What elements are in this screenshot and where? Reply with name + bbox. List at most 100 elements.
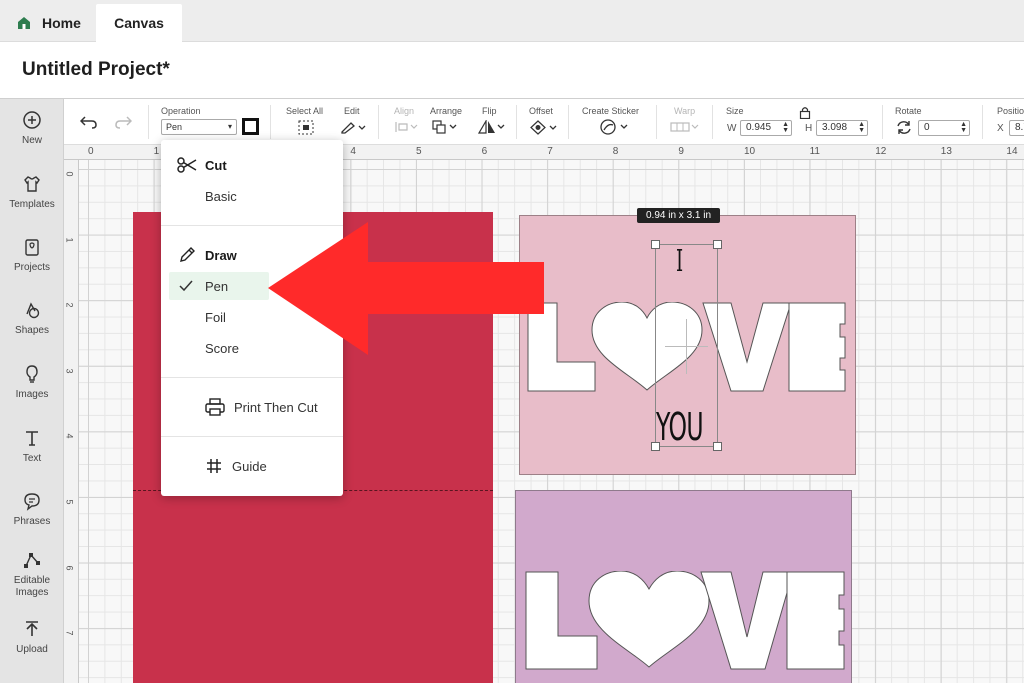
sidebar-item-new[interactable]: New: [0, 109, 64, 147]
undo-icon[interactable]: [80, 115, 98, 129]
sticker-icon[interactable]: [600, 119, 630, 135]
ruler-tick-label: 1: [64, 237, 75, 243]
pen-color-swatch[interactable]: [242, 118, 259, 135]
stepper-arrows-icon[interactable]: ▲ ▼: [858, 121, 865, 134]
menu-item-pen[interactable]: Pen: [169, 272, 269, 300]
toolbar-divider: [516, 105, 517, 139]
sidebar-item-editable-images[interactable]: Editable Images: [0, 549, 64, 599]
tshirt-icon: [24, 176, 40, 192]
flip-icon[interactable]: [478, 120, 506, 134]
chevron-down-icon: ▾: [227, 122, 232, 131]
tab-canvas[interactable]: Canvas: [96, 4, 182, 42]
sidebar-item-text[interactable]: Text: [0, 427, 64, 465]
rotate-label: Rotate: [895, 106, 922, 116]
toolbar-divider: [378, 105, 379, 139]
operation-select[interactable]: Pen ▾: [161, 119, 237, 135]
tab-home[interactable]: Home: [0, 4, 94, 42]
project-title[interactable]: Untitled Project*: [22, 59, 170, 81]
sidebar-item-label: Templates: [9, 199, 55, 210]
menu-item-print-then-cut-label: Print Then Cut: [234, 399, 318, 415]
menu-divider: [161, 377, 343, 378]
scissors-icon: [177, 157, 197, 173]
redo-icon[interactable]: [114, 115, 132, 129]
x-input[interactable]: 8.7: [1009, 120, 1024, 136]
arrange-icon[interactable]: [432, 120, 458, 134]
ruler-tick-label: 5: [416, 146, 422, 157]
editable-images-icon: [24, 553, 40, 568]
sidebar-item-label: Shapes: [15, 325, 49, 336]
toolbar-divider: [568, 105, 569, 139]
ruler-tick-label: 3: [64, 368, 75, 374]
pen-icon: [180, 247, 195, 262]
toolbar-divider: [148, 105, 149, 139]
menu-item-score-label: Score: [205, 340, 239, 356]
speech-bubble-icon: [24, 493, 40, 511]
ruler-tick-label: 0: [64, 171, 75, 177]
ruler-tick-label: 1: [153, 146, 160, 157]
height-input[interactable]: 3.098 ▲ ▼: [816, 120, 868, 136]
ruler-tick-label: 6: [481, 146, 488, 157]
ruler-tick-label: 5: [64, 499, 75, 505]
pencil-icon[interactable]: [340, 120, 366, 134]
height-label: H: [805, 123, 813, 134]
menu-item-guide[interactable]: Guide: [161, 452, 343, 480]
sidebar-item-label: New: [21, 135, 42, 146]
text-layer-you[interactable]: YOU: [656, 408, 704, 446]
arrange-label: Arrange: [430, 106, 463, 116]
ruler-tick-label: 4: [350, 146, 356, 157]
resize-handle-top-left[interactable]: [651, 240, 660, 249]
operation-label: Operation: [161, 106, 201, 116]
resize-handle-top-right[interactable]: [713, 240, 722, 249]
guide-grid-icon: [207, 459, 221, 473]
toolbar-divider: [270, 105, 271, 139]
text-icon: [26, 431, 38, 446]
flip-label: Flip: [482, 106, 497, 116]
text-layer-i[interactable]: I: [676, 244, 683, 279]
menu-item-print-then-cut[interactable]: Print Then Cut: [161, 393, 343, 421]
rotate-icon[interactable]: [896, 120, 912, 135]
ruler-tick-label: 7: [547, 146, 553, 157]
height-value: 3.098: [822, 122, 848, 133]
resize-handle-bottom-right[interactable]: [713, 442, 722, 451]
stepper-arrows-icon[interactable]: ▲ ▼: [960, 121, 967, 134]
offset-icon[interactable]: [530, 120, 558, 135]
x-label: X: [997, 123, 1004, 134]
menu-item-basic-label: Basic: [205, 188, 237, 204]
width-input[interactable]: 0.945 ▲ ▼: [740, 120, 792, 136]
sidebar-item-projects[interactable]: Projects: [0, 236, 64, 274]
ruler-tick-label: 7: [64, 630, 75, 636]
ruler-tick-label: 10: [744, 146, 756, 157]
menu-divider: [161, 436, 343, 437]
menu-heading-cut: Cut: [161, 151, 343, 179]
menu-item-pen-label: Pen: [205, 278, 229, 294]
love-cutout-bottom[interactable]: [525, 571, 845, 671]
shapes-icon: [26, 302, 40, 319]
sidebar-item-templates[interactable]: Templates: [0, 173, 64, 211]
sidebar-item-upload[interactable]: Upload: [0, 618, 64, 656]
toolbar-divider: [882, 105, 883, 139]
sidebar-item-shapes[interactable]: Shapes: [0, 299, 64, 337]
lock-icon[interactable]: [799, 106, 811, 119]
projects-icon: [25, 239, 39, 256]
width-label: W: [727, 123, 737, 134]
checkmark-icon: [179, 280, 193, 292]
align-icon: [395, 122, 418, 132]
width-value: 0.945: [746, 122, 772, 133]
menu-item-basic[interactable]: Basic: [161, 182, 343, 210]
title-bar: Untitled Project*: [0, 42, 1024, 99]
sidebar-item-label: Text: [22, 453, 42, 464]
sidebar-item-phrases[interactable]: Phrases: [0, 490, 64, 528]
toolbar-divider: [982, 105, 983, 139]
ruler-tick-label: 11: [809, 146, 820, 157]
menu-heading-cut-label: Cut: [205, 157, 227, 173]
stepper-arrows-icon[interactable]: ▲ ▼: [782, 121, 789, 134]
select-all-icon[interactable]: [298, 120, 314, 135]
rotate-input[interactable]: 0 ▲ ▼: [918, 120, 970, 136]
sidebar-item-label: Upload: [16, 644, 48, 655]
plus-circle-icon: [23, 111, 41, 129]
ruler-tick-label: 14: [1006, 146, 1018, 157]
ruler-tick-label: 4: [64, 433, 75, 439]
sidebar-item-label: Images: [15, 389, 49, 400]
sidebar-item-images[interactable]: Images: [0, 363, 64, 401]
x-value: 8.7: [1015, 122, 1024, 133]
